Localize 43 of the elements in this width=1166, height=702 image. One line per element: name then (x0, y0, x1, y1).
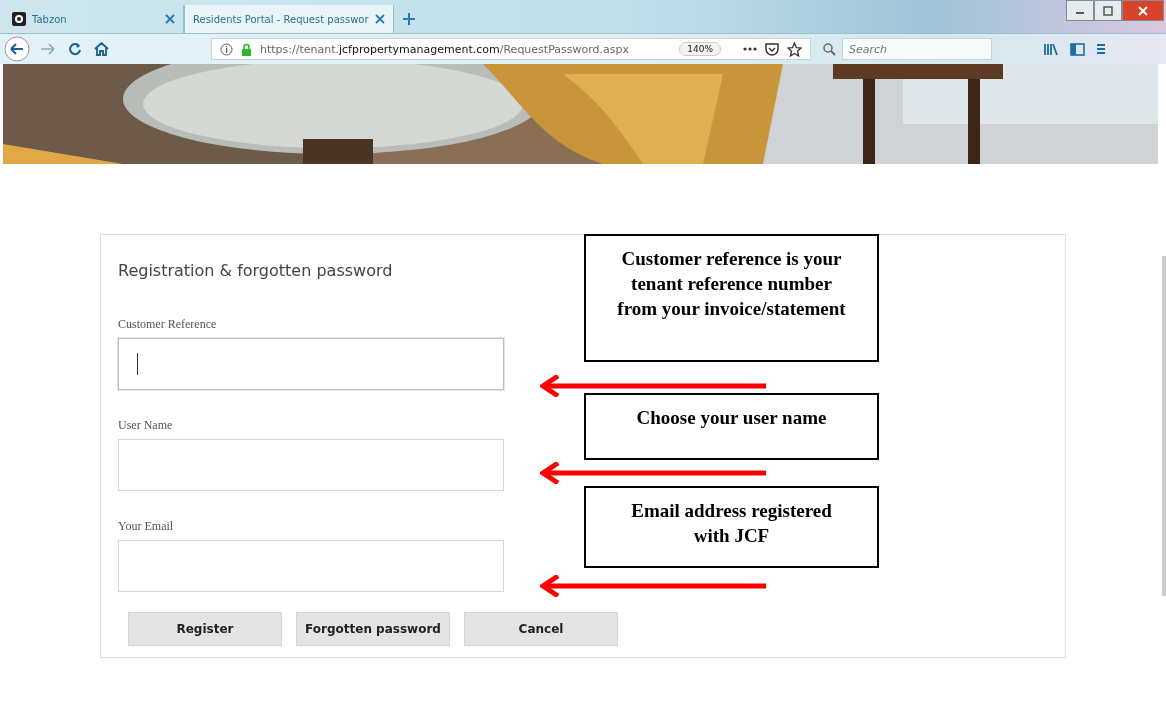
form-button[interactable]: Cancel (464, 612, 618, 646)
reload-icon[interactable] (68, 42, 82, 56)
home-icon[interactable] (94, 42, 109, 56)
search-field[interactable]: Search (842, 38, 992, 60)
address-bar[interactable]: https://tenant.jcfpropertymanagement.com/RequestPassword.aspx 140% (211, 38, 811, 60)
tab-title: Residents Portal - Request passwor (193, 13, 369, 25)
lock-icon (241, 42, 252, 56)
site-icon (12, 12, 26, 26)
close-icon[interactable] (165, 14, 175, 24)
field-label: User Name (118, 418, 173, 433)
close-icon (1138, 5, 1148, 16)
more-icon[interactable] (743, 47, 757, 51)
form-button[interactable]: Register (128, 612, 282, 646)
zoom-badge[interactable]: 140% (679, 42, 721, 56)
input-field[interactable] (118, 439, 504, 491)
new-tab-icon[interactable] (401, 12, 416, 26)
star-icon[interactable] (787, 41, 802, 57)
back-icon[interactable] (4, 36, 30, 62)
form-button[interactable]: Forgotten password (296, 612, 450, 646)
minimize-button[interactable] (1066, 0, 1094, 21)
maximize-icon (1103, 5, 1113, 16)
text-cursor (137, 353, 138, 375)
browser-tab[interactable]: Residents Portal - Request passwor (184, 5, 394, 33)
input-field[interactable] (118, 540, 504, 592)
maximize-button[interactable] (1094, 0, 1122, 21)
close-button[interactable] (1122, 0, 1164, 21)
info-icon[interactable] (220, 42, 233, 56)
callout-box: Customer reference is your tenant reference number from your invoice/statement (584, 234, 879, 362)
form-title: Registration & forgotten password (118, 261, 393, 280)
menu-icon[interactable] (1097, 43, 1105, 55)
sidebar-icon[interactable] (1070, 42, 1085, 56)
scrollbar[interactable] (1162, 256, 1166, 596)
library-icon[interactable] (1044, 42, 1058, 56)
field-label: Your Email (118, 519, 174, 534)
callout-box: Email address registered with JCF (584, 486, 879, 568)
callout-box: Choose your user name (584, 393, 879, 460)
close-icon[interactable] (374, 14, 385, 24)
input-field[interactable] (118, 338, 504, 390)
url-text: https://tenant.jcfpropertymanagement.com/RequestPassword.aspx (260, 42, 630, 56)
field-label: Customer Reference (118, 317, 217, 332)
pocket-icon[interactable] (765, 42, 779, 56)
search-icon (823, 42, 836, 56)
tab-title: Tabzon (32, 13, 68, 25)
